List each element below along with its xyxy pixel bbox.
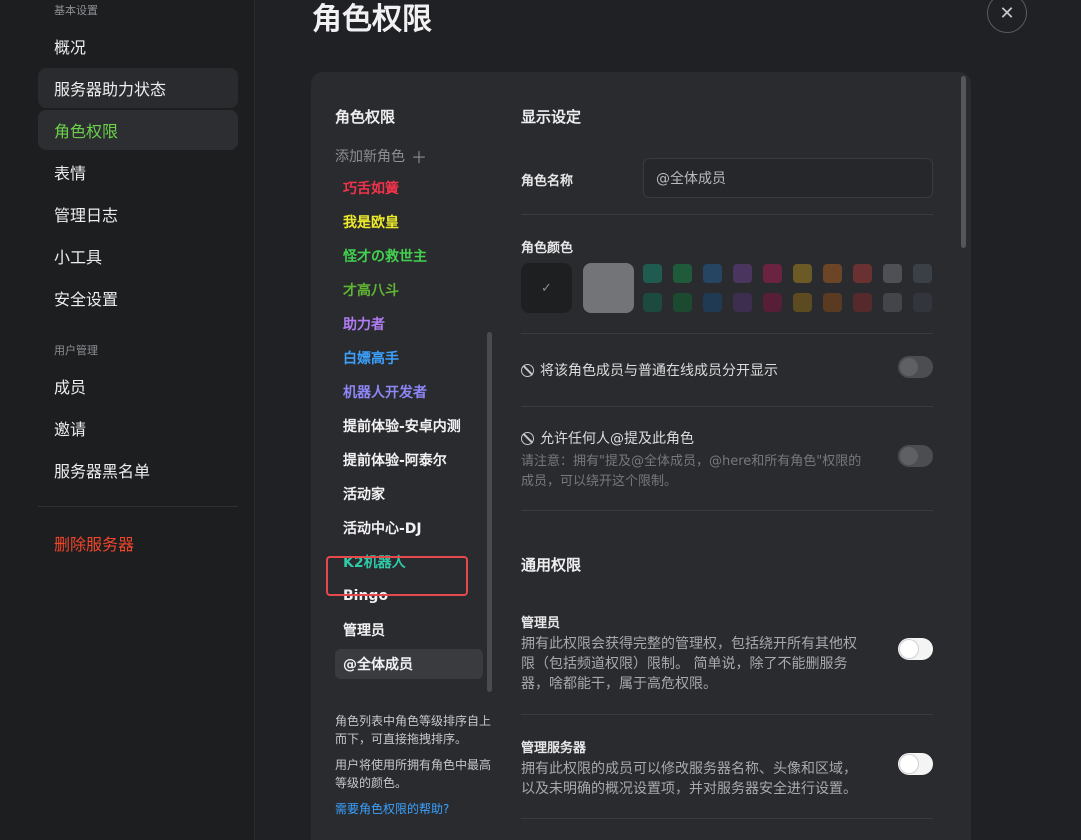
nav-item-invites[interactable]: 邀请 (38, 408, 238, 448)
role-name-input[interactable] (643, 158, 933, 198)
color-swatch[interactable] (673, 264, 692, 283)
divider (521, 510, 933, 511)
close-icon: ✕ (999, 2, 1015, 24)
nav-item-role-permissions[interactable]: 角色权限 (38, 110, 238, 150)
nav-divider (38, 506, 238, 507)
color-swatch[interactable] (883, 264, 902, 283)
nav-item-emoji[interactable]: 表情 (38, 152, 238, 192)
divider (521, 714, 933, 715)
color-swatch[interactable] (823, 293, 842, 312)
color-swatch[interactable] (823, 264, 842, 283)
role-item[interactable]: 提前体验-阿泰尔 (335, 445, 483, 475)
color-swatch[interactable] (673, 293, 692, 312)
color-swatch[interactable] (883, 293, 902, 312)
admin-permission-toggle[interactable] (898, 638, 933, 660)
separate-display-toggle[interactable] (898, 356, 933, 378)
divider (521, 333, 933, 334)
color-swatch[interactable] (793, 293, 812, 312)
role-list: 黑无黑暗的光 巧舌如簧 我是欧皇 怪才の救世主 才高八斗 助力者 白嫖高手 机器人开发者 提前体… (326, 164, 485, 700)
color-swatch[interactable] (703, 293, 722, 312)
allow-mention-option: 允许任何人@提及此角色 (521, 428, 694, 448)
role-item[interactable]: 提前体验-安卓内测 (335, 411, 483, 441)
roles-title: 角色权限 (335, 108, 396, 126)
role-item[interactable]: 白嫖高手 (335, 343, 483, 373)
color-swatch[interactable] (793, 264, 812, 283)
add-role-label: 添加新角色 (335, 149, 405, 165)
color-swatch[interactable] (733, 264, 752, 283)
general-permissions-title: 通用权限 (521, 556, 582, 574)
check-icon: ✓ (541, 280, 552, 296)
role-item[interactable]: K2机器人 (335, 547, 483, 577)
manage-server-description: 拥有此权限的成员可以修改服务器名称、头像和区域，以及未明确的概况设置项，并对服务… (521, 761, 857, 797)
allow-mention-description: 请注意：拥有"提及@全体成员，@here和所有角色"权限的成员，可以绕开这个限制… (521, 454, 862, 489)
admin-permission-description: 拥有此权限会获得完整的管理权，包括绕开所有其他权限（包括频道权限）限制。 简单说… (521, 636, 857, 692)
role-item[interactable]: 机器人开发者 (335, 377, 483, 407)
color-swatch[interactable] (913, 293, 932, 312)
delete-server-button[interactable]: 删除服务器 (38, 523, 238, 563)
color-swatch[interactable] (763, 264, 782, 283)
nav-item-widgets[interactable]: 小工具 (38, 236, 238, 276)
role-item[interactable]: 活动家 (335, 479, 483, 509)
role-item[interactable]: 管理员 (335, 615, 483, 645)
custom-color-swatch[interactable] (583, 263, 634, 313)
role-name-label: 角色名称 (521, 174, 574, 189)
nav-item-members[interactable]: 成员 (38, 366, 238, 406)
color-swatch[interactable] (643, 293, 662, 312)
role-item[interactable]: @全体成员 (335, 649, 483, 679)
role-order-note: 角色列表中角色等级排序自上而下，可直接拖拽排序。 (335, 714, 492, 746)
role-help-link[interactable]: 需要角色权限的帮助? (335, 800, 449, 817)
divider (521, 406, 933, 407)
color-swatch[interactable] (643, 264, 662, 283)
color-swatch[interactable] (733, 293, 752, 312)
page-title: 角色权限 (312, 2, 432, 37)
color-swatch[interactable] (763, 293, 782, 312)
settings-sidebar: 基本设置 概况 服务器助力状态 角色权限 表情 管理日志 小工具 安全设置 用户… (0, 0, 255, 840)
allow-mention-toggle[interactable] (898, 445, 933, 467)
role-color-label: 角色颜色 (521, 241, 574, 256)
ban-icon (521, 431, 534, 445)
role-item[interactable]: Bingo (335, 581, 483, 611)
default-color-swatch[interactable]: ✓ (521, 263, 572, 313)
allow-mention-label: 允许任何人@提及此角色 (540, 431, 694, 447)
role-settings-panel: 角色权限 添加新角色 ＋ 黑无黑暗的光 巧舌如簧 我是欧皇 怪才の救世主 才高八斗 助力者… (311, 72, 971, 840)
nav-item-security[interactable]: 安全设置 (38, 278, 238, 318)
ban-icon (521, 363, 534, 377)
manage-server-label: 管理服务器 (521, 741, 587, 756)
nav-item-audit-log[interactable]: 管理日志 (38, 194, 238, 234)
divider (521, 818, 933, 819)
role-list-scrollbar[interactable] (487, 332, 492, 692)
admin-permission-label: 管理员 (521, 616, 561, 631)
color-swatch[interactable] (853, 293, 872, 312)
role-item[interactable]: 巧舌如簧 (335, 173, 483, 203)
nav-item-boost-status[interactable]: 服务器助力状态 (38, 68, 238, 108)
nav-item-blacklist[interactable]: 服务器黑名单 (38, 450, 238, 490)
nav-group-users: 用户管理 (54, 344, 98, 357)
separate-display-label: 将该角色成员与普通在线成员分开显示 (540, 363, 778, 379)
separate-display-option: 将该角色成员与普通在线成员分开显示 (521, 360, 778, 380)
role-item[interactable]: 才高八斗 (335, 275, 483, 305)
color-swatch[interactable] (703, 264, 722, 283)
manage-server-toggle[interactable] (898, 753, 933, 775)
role-item[interactable]: 助力者 (335, 309, 483, 339)
divider (521, 214, 933, 215)
role-item[interactable]: 我是欧皇 (335, 207, 483, 237)
close-button[interactable]: ✕ (987, 0, 1027, 33)
role-item[interactable]: 怪才の救世主 (335, 241, 483, 271)
display-settings-title: 显示设定 (521, 108, 582, 126)
panel-scrollbar[interactable] (961, 76, 966, 248)
nav-group-basic: 基本设置 (54, 4, 98, 17)
color-swatch[interactable] (853, 264, 872, 283)
role-item[interactable]: 活动中心-DJ (335, 513, 483, 543)
color-swatch[interactable] (913, 264, 932, 283)
role-color-note: 用户将使用所拥有角色中最高等级的颜色。 (335, 758, 492, 790)
nav-item-overview[interactable]: 概况 (38, 26, 238, 66)
